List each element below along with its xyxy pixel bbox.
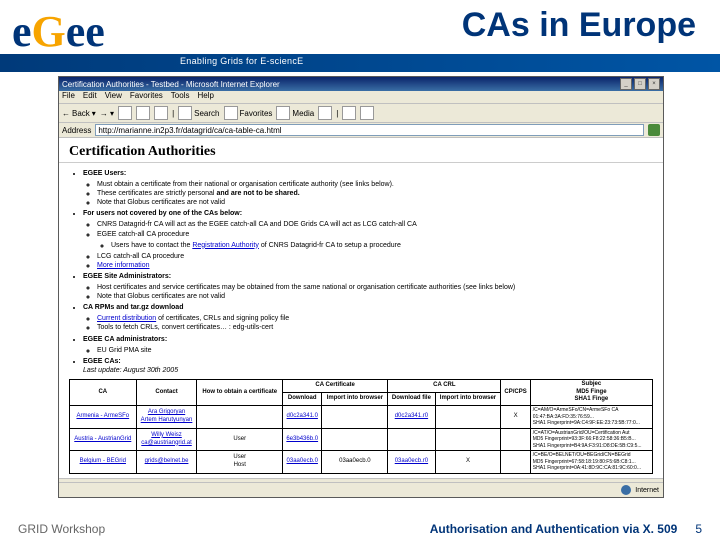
th-cp: CP/CPS (501, 379, 530, 405)
tagline: Enabling Grids for E-sciencE (180, 56, 303, 66)
list-item: EU Grid PMA site (97, 346, 653, 355)
slide-footer: GRID Workshop Authorisation and Authenti… (0, 518, 720, 540)
menu-help[interactable]: Help (197, 91, 213, 103)
page-number: 5 (695, 522, 702, 536)
media-button[interactable]: Media (276, 106, 314, 120)
status-text: Internet (635, 487, 659, 494)
address-input[interactable] (95, 124, 644, 136)
current-dist-link[interactable]: Current distribution (97, 315, 156, 322)
address-label: Address (62, 126, 91, 135)
section-rpms: CA RPMs and tar.gz download (83, 304, 183, 311)
history-icon[interactable] (318, 106, 332, 120)
ca-link[interactable]: Belgium - BEGrid (80, 458, 126, 464)
th-crl: CA CRL (388, 379, 501, 392)
ca-link[interactable]: Armenia - ArmeSFo (76, 413, 129, 419)
list-item: Tools to fetch CRLs, convert certificate… (97, 323, 653, 332)
th-ca: CA (70, 379, 137, 405)
header-bar (0, 54, 720, 72)
section-notcovered: For users not covered by one of the CAs … (83, 210, 242, 217)
toolbar: ← Back ▾ → ▾ | Search Favorites Media | (59, 104, 663, 123)
mail-icon[interactable] (342, 106, 356, 120)
download-link[interactable]: 03aa0ecb.0 (287, 458, 318, 464)
list-item: CNRS Datagrid-fr CA will act as the EGEE… (97, 220, 653, 229)
th-download2: Download file (388, 393, 435, 406)
window-maximize-button[interactable]: □ (634, 78, 646, 90)
menu-tools[interactable]: Tools (171, 91, 190, 103)
ra-link[interactable]: Registration Authority (192, 242, 259, 249)
egee-logo: eGee (12, 6, 105, 57)
download-link[interactable]: d0c2a341.0 (287, 413, 318, 419)
window-title: Certification Authorities - Testbed - Mi… (62, 80, 280, 89)
menu-file[interactable]: File (62, 91, 75, 103)
th-import: Import into browser (322, 393, 388, 406)
refresh-icon[interactable] (136, 106, 150, 120)
list-item: EGEE catch-all CA procedure Users have t… (97, 230, 653, 250)
th-hash: SubjecMD5 FingeSHA1 Finge (530, 379, 652, 405)
list-item: More information (97, 261, 653, 270)
table-row: Belgium - BEGridgrids@belnet.beUserHost0… (70, 451, 653, 474)
table-row: Armenia - ArmeSFo Ara GrigoryanArtem Haru… (70, 406, 653, 429)
contact-link[interactable]: Willy Weiszca@austriangrid.at (141, 432, 191, 446)
list-item: Current distribution of certificates, CR… (97, 314, 653, 323)
page-content: Certification Authorities EGEE Users: Mu… (59, 138, 663, 479)
list-item: These certificates are strictly personal… (97, 189, 653, 198)
ca-table: CA Contact How to obtain a certificate C… (69, 379, 653, 474)
menu-edit[interactable]: Edit (83, 91, 97, 103)
slide-title: CAs in Europe (462, 6, 696, 45)
th-contact: Contact (136, 379, 197, 405)
stop-icon[interactable] (118, 106, 132, 120)
address-bar: Address (59, 123, 663, 138)
more-info-link[interactable]: More information (97, 262, 150, 269)
window-minimize-button[interactable]: _ (620, 78, 632, 90)
crl-link[interactable]: d0c2a341.r0 (395, 413, 428, 419)
section-cas: EGEE CAs: (83, 358, 121, 365)
search-icon (178, 106, 192, 120)
list-item: Note that Globus certificates are not va… (97, 198, 653, 207)
list-item: Must obtain a certificate from their nat… (97, 180, 653, 189)
window-close-button[interactable]: × (648, 78, 660, 90)
contact-link[interactable]: Ara GrigoryanArtem Harutyunyan (141, 409, 193, 423)
ca-link[interactable]: Austria - AustrianGrid (74, 436, 131, 442)
media-icon (276, 106, 290, 120)
list-item: Host certificates and service certificat… (97, 283, 653, 292)
internet-zone-icon (621, 485, 631, 495)
section-admins: EGEE Site Administrators: (83, 273, 171, 280)
search-button[interactable]: Search (178, 106, 219, 120)
footer-right: Authorisation and Authentication via X. … (430, 522, 678, 536)
page-heading: Certification Authorities (69, 144, 653, 160)
section-caadmins: EGEE CA administrators: (83, 336, 167, 343)
th-cert: CA Certificate (283, 379, 388, 392)
table-row: Austria - AustrianGrid Willy Weiszca@aust… (70, 428, 653, 451)
crl-link[interactable]: 03aa0ecb.r0 (395, 458, 428, 464)
contact-link[interactable]: grids@belnet.be (145, 458, 189, 464)
go-button[interactable] (648, 124, 660, 136)
last-update: Last update: August 30th 2005 (83, 367, 178, 374)
home-icon[interactable] (154, 106, 168, 120)
menu-view[interactable]: View (105, 91, 122, 103)
menu-favorites[interactable]: Favorites (130, 91, 163, 103)
window-titlebar: Certification Authorities - Testbed - Mi… (59, 77, 663, 91)
print-icon[interactable] (360, 106, 374, 120)
footer-left: GRID Workshop (18, 522, 105, 536)
th-howto: How to obtain a certificate (197, 379, 283, 405)
status-bar: Internet (59, 482, 663, 497)
section-users: EGEE Users: (83, 170, 126, 177)
th-download: Download (283, 393, 322, 406)
list-item: LCG catch-all CA procedure (97, 252, 653, 261)
back-button[interactable]: ← Back ▾ (62, 109, 96, 118)
list-item: Note that Globus certificates are not va… (97, 292, 653, 301)
forward-button[interactable]: → ▾ (100, 109, 114, 118)
favorites-button[interactable]: Favorites (224, 106, 273, 120)
list-item: Users have to contact the Registration A… (111, 241, 653, 250)
browser-window: Certification Authorities - Testbed - Mi… (58, 76, 664, 498)
download-link[interactable]: 6e3b436b.0 (286, 436, 318, 442)
favorites-icon (224, 106, 238, 120)
th-import2: Import into browser (435, 393, 501, 406)
menu-bar: File Edit View Favorites Tools Help (59, 91, 663, 104)
